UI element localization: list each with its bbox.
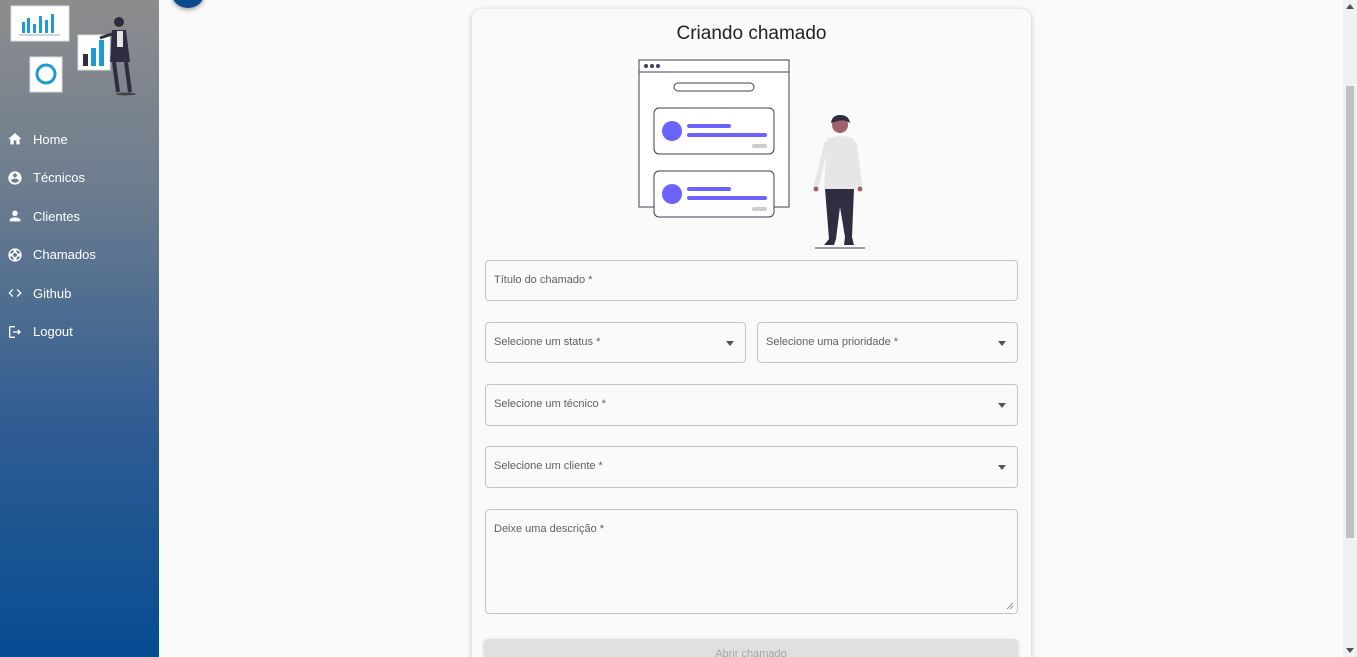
form-illustration	[638, 59, 865, 249]
prioridade-placeholder: Selecione uma prioridade *	[766, 336, 899, 348]
sidebar-nav: Home Técnicos Clientes Chamados Github L…	[0, 120, 159, 351]
sidebar-item-github[interactable]: Github	[0, 274, 159, 313]
scroll-up-icon[interactable]	[1346, 4, 1354, 9]
sidebar-item-label: Home	[33, 131, 68, 147]
descricao-placeholder: Deixe uma descrição *	[494, 523, 605, 535]
page-title: Criando chamado	[676, 23, 827, 44]
sidebar-item-label: Logout	[33, 324, 73, 340]
abrir-chamado-button[interactable]: Abrir chamado	[484, 639, 1018, 657]
prioridade-select[interactable]: Selecione uma prioridade *	[757, 322, 1018, 363]
sidebar-item-tecnicos[interactable]: Técnicos	[0, 159, 159, 198]
chevron-down-icon	[998, 341, 1006, 346]
sidebar: Home Técnicos Clientes Chamados Github L…	[0, 0, 159, 657]
status-select[interactable]: Selecione um status *	[485, 322, 746, 363]
create-ticket-card: Criando chamado Título do chamado * Sele…	[472, 9, 1031, 657]
resize-handle-icon[interactable]	[1006, 602, 1014, 610]
cliente-placeholder: Selecione um cliente *	[494, 460, 603, 472]
dashboard-illustration	[10, 5, 136, 96]
titulo-placeholder: Título do chamado *	[494, 274, 593, 286]
support-icon	[8, 248, 22, 262]
cliente-select[interactable]: Selecione um cliente *	[485, 446, 1018, 488]
account-circle-icon	[8, 171, 22, 185]
sidebar-item-label: Chamados	[33, 247, 96, 263]
menu-fab-button[interactable]	[172, 0, 204, 8]
sidebar-item-logout[interactable]: Logout	[0, 313, 159, 352]
sidebar-item-home[interactable]: Home	[0, 120, 159, 159]
descricao-textarea[interactable]: Deixe uma descrição *	[485, 509, 1018, 614]
page-scrollbar[interactable]	[1343, 0, 1357, 657]
logout-icon	[9, 325, 21, 338]
chevron-down-icon	[998, 403, 1006, 408]
titulo-input[interactable]: Título do chamado *	[485, 260, 1018, 301]
scroll-down-icon[interactable]	[1346, 648, 1354, 653]
home-icon	[8, 133, 22, 145]
sidebar-item-clientes[interactable]: Clientes	[0, 197, 159, 236]
code-icon	[8, 289, 22, 298]
chevron-down-icon	[726, 341, 734, 346]
chevron-down-icon	[998, 465, 1006, 470]
sidebar-item-label: Clientes	[33, 208, 80, 224]
tecnico-select[interactable]: Selecione um técnico *	[485, 384, 1018, 426]
sidebar-item-label: Github	[33, 285, 72, 301]
sidebar-item-label: Técnicos	[33, 170, 86, 186]
person-icon	[9, 210, 21, 222]
sidebar-item-chamados[interactable]: Chamados	[0, 236, 159, 275]
scrollbar-thumb[interactable]	[1346, 86, 1354, 538]
status-placeholder: Selecione um status *	[494, 336, 601, 348]
tecnico-placeholder: Selecione um técnico *	[494, 398, 606, 410]
